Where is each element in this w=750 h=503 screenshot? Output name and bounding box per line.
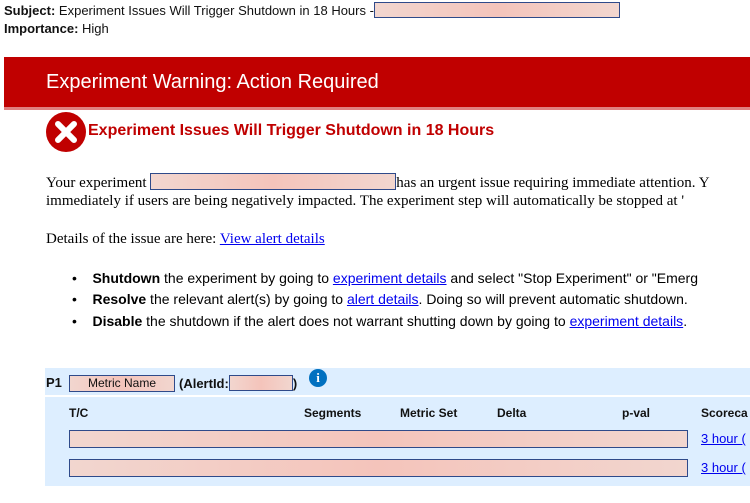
body-line-2: immediately if users are being negativel… — [46, 193, 685, 209]
alert-details-link[interactable]: alert details — [347, 291, 419, 307]
bullet-bold: Shutdown — [92, 270, 161, 286]
details-text: Details of the issue are here: — [46, 231, 217, 247]
scorecard-link[interactable]: 3 hour ( — [701, 460, 746, 475]
bullet-text: . — [683, 313, 688, 329]
importance-label: Importance: — [4, 21, 79, 36]
column-metric-set: Metric Set — [400, 406, 458, 420]
redacted-box — [228, 375, 293, 391]
table-row-redacted — [69, 459, 688, 477]
info-icon[interactable]: i — [309, 369, 327, 387]
bullet-text: . Doing so will prevent automatic shutdo… — [418, 291, 688, 307]
column-delta: Delta — [497, 406, 527, 420]
redacted-box — [373, 2, 620, 18]
alert-title: Experiment Issues Will Trigger Shutdown … — [88, 122, 495, 139]
bullet-shutdown: • Shutdown the experiment by going to ex… — [72, 270, 698, 286]
bullet-resolve: • Resolve the relevant alert(s) by going… — [72, 291, 688, 307]
importance-value: High — [82, 21, 109, 36]
alert-id-close: ) — [292, 376, 298, 391]
alert-id-label: (AlertId: — [179, 376, 229, 391]
table-row-redacted — [69, 430, 688, 448]
bullet-text: the shutdown if the alert does not warra… — [142, 313, 570, 329]
metric-name: Metric Name — [69, 375, 175, 392]
subject-label: Subject: — [4, 3, 56, 18]
bullet-bold: Disable — [92, 313, 143, 329]
redacted-box — [150, 173, 397, 190]
error-x-icon — [46, 112, 86, 152]
column-p-val: p-val — [622, 406, 651, 420]
bullet-disable: • Disable the shutdown if the alert does… — [72, 313, 688, 329]
priority-label: P1 — [46, 375, 62, 390]
view-alert-details-link[interactable]: View alert details — [220, 231, 325, 247]
body-text: Your experiment — [46, 175, 147, 191]
bullet-bold: Resolve — [92, 291, 147, 307]
importance-line: Importance: High — [4, 21, 109, 36]
column-tc: T/C — [69, 406, 89, 420]
alert-table: P1 Metric Name (AlertId:) i T/C Segments… — [45, 368, 750, 486]
divider — [45, 395, 750, 397]
experiment-details-link[interactable]: experiment details — [570, 313, 684, 329]
bullet-text: the experiment by going to — [160, 270, 333, 286]
warning-banner: Experiment Warning: Action Required — [4, 57, 750, 110]
bullet-text: and select "Stop Experiment" or "Emerg — [446, 270, 698, 286]
scorecard-link[interactable]: 3 hour ( — [701, 431, 746, 446]
column-scorecard: Scoreca — [701, 406, 748, 420]
experiment-details-link[interactable]: experiment details — [333, 270, 447, 286]
body-text: has an urgent issue requiring immediate … — [396, 175, 710, 191]
bullet-text: the relevant alert(s) by going to — [146, 291, 347, 307]
body-line-1: Your experiment has an urgent issue requ… — [46, 173, 710, 192]
banner-title: Experiment Warning: Action Required — [46, 71, 379, 93]
column-segments: Segments — [304, 406, 362, 420]
subject-line: Subject: Experiment Issues Will Trigger … — [4, 2, 620, 18]
subject-text: Experiment Issues Will Trigger Shutdown … — [58, 3, 374, 18]
alert-id: (AlertId:) — [179, 375, 297, 391]
details-line: Details of the issue are here: View aler… — [46, 231, 325, 248]
